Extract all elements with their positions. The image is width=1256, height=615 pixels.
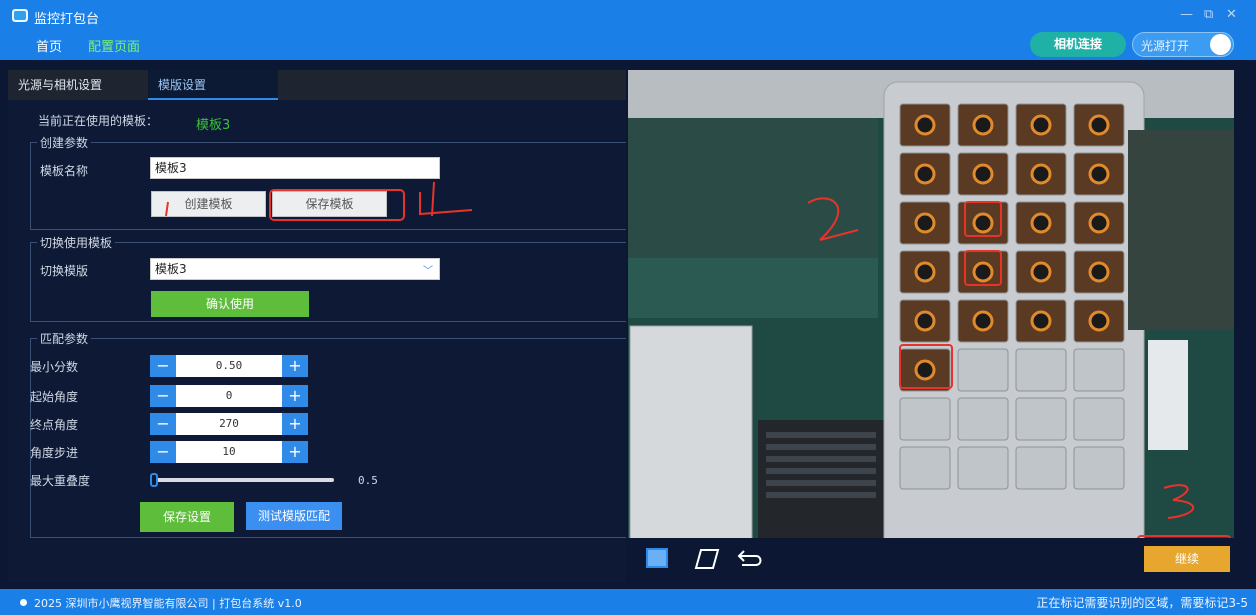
nav-config[interactable]: 配置页面 xyxy=(88,36,140,55)
camera-image xyxy=(628,70,1234,580)
footer-copyright: 2025 深圳市小鹰视界智能有限公司 | 打包台系统 v1.0 xyxy=(34,597,302,610)
rectangle-tool-icon[interactable] xyxy=(646,548,668,568)
footer-status: 正在标记需要识别的区域，需要标记3-5 xyxy=(1036,596,1248,610)
status-bar: 2025 深圳市小鹰视界智能有限公司 | 打包台系统 v1.0 正在标记需要识别… xyxy=(0,589,1256,615)
light-toggle[interactable]: 光源打开 xyxy=(1132,32,1234,57)
copyright-icon xyxy=(20,599,27,606)
annotation-box-save xyxy=(269,189,405,221)
close-icon[interactable]: ✕ xyxy=(1226,7,1237,22)
window-title: 监控打包台 xyxy=(34,12,100,27)
annotation-mark-1 xyxy=(165,201,169,217)
nav-home[interactable]: 首页 xyxy=(36,36,62,55)
light-toggle-label: 光源打开 xyxy=(1141,39,1190,53)
minimize-icon[interactable]: — xyxy=(1180,7,1193,22)
camera-connect-button[interactable]: 相机连接 xyxy=(1030,32,1126,57)
toggle-knob xyxy=(1210,34,1231,55)
parallelogram-tool-icon[interactable] xyxy=(694,548,720,570)
undo-icon[interactable] xyxy=(736,548,762,570)
annotation-mark-4 xyxy=(419,181,473,217)
restore-icon[interactable]: ⧉ xyxy=(1204,7,1213,22)
annotation-layer xyxy=(165,181,473,221)
settings-panel: 光源与相机设置 模版设置 当前正在使用的模板： 模板3 创建参数 模板名称 模板… xyxy=(8,70,626,582)
title-bar: 监控打包台 — ⧉ ✕ 首页 配置页面 相机连接 光源打开 xyxy=(0,0,1256,60)
app-logo-icon xyxy=(12,9,28,22)
continue-button[interactable]: 继续 xyxy=(1144,546,1230,572)
app-window: 监控打包台 — ⧉ ✕ 首页 配置页面 相机连接 光源打开 光源与相机设置 模版… xyxy=(0,0,1256,615)
camera-image-view[interactable] xyxy=(628,70,1234,580)
